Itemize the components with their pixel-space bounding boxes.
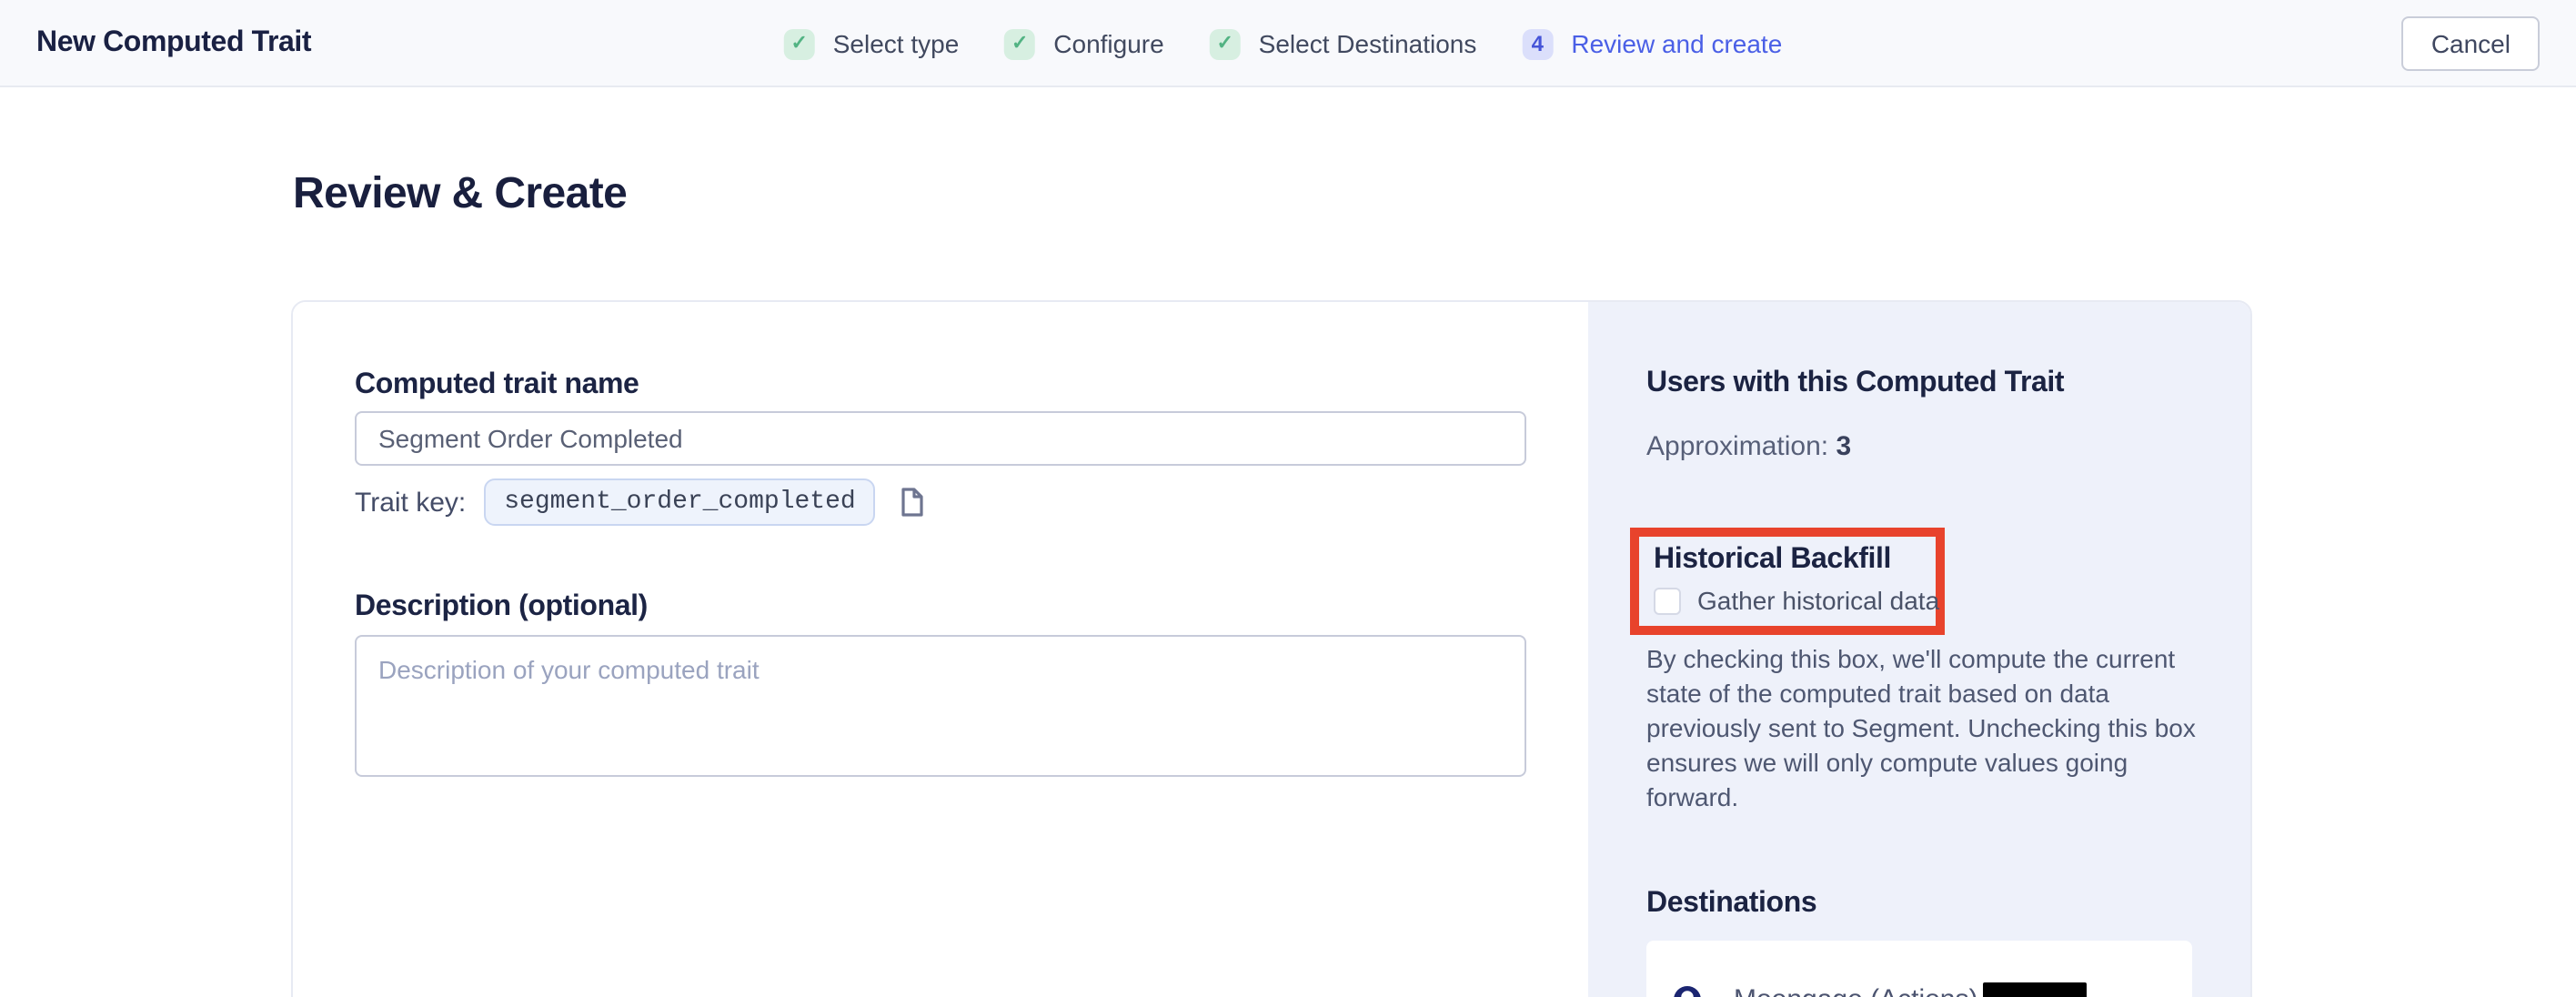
step-select-type[interactable]: ✓ Select type bbox=[784, 28, 960, 59]
redacted-text-block bbox=[1984, 982, 2088, 997]
step-label: Select Destinations bbox=[1259, 29, 1477, 58]
header-bar: New Computed Trait ✓ Select type ✓ Confi… bbox=[0, 0, 2576, 87]
wizard-stepper: ✓ Select type ✓ Configure ✓ Select Desti… bbox=[784, 0, 1783, 87]
description-label: Description (optional) bbox=[355, 591, 1526, 624]
approximation-value: 3 bbox=[1836, 431, 1851, 462]
historical-backfill-heading: Historical Backfill bbox=[1654, 544, 1921, 577]
check-icon: ✓ bbox=[1210, 28, 1241, 59]
copy-document-icon[interactable] bbox=[901, 488, 925, 517]
check-icon: ✓ bbox=[784, 28, 815, 59]
cancel-button[interactable]: Cancel bbox=[2402, 15, 2540, 70]
gather-historical-data-checkbox[interactable] bbox=[1654, 587, 1681, 614]
window-title: New Computed Trait bbox=[36, 26, 311, 59]
form-column: Computed trait name Trait key: segment_o… bbox=[293, 302, 1588, 997]
users-heading: Users with this Computed Trait bbox=[1646, 368, 2192, 400]
new-computed-trait-page: New Computed Trait ✓ Select type ✓ Confi… bbox=[0, 0, 2576, 997]
moengage-logo-icon bbox=[1674, 986, 1701, 997]
backfill-description: By checking this box, we'll compute the … bbox=[1646, 642, 2196, 815]
step-review-and-create[interactable]: 4 Review and create bbox=[1522, 28, 1782, 59]
check-icon: ✓ bbox=[1004, 28, 1035, 59]
trait-name-input[interactable] bbox=[355, 411, 1526, 466]
review-container: Computed trait name Trait key: segment_o… bbox=[291, 300, 2252, 997]
approximation-row: Approximation: 3 bbox=[1646, 431, 2192, 462]
step-label: Select type bbox=[833, 29, 960, 58]
step-configure[interactable]: ✓ Configure bbox=[1004, 28, 1163, 59]
trait-key-value: segment_order_completed bbox=[484, 478, 875, 526]
step-label: Review and create bbox=[1571, 29, 1782, 58]
gather-historical-data-row: Gather historical data bbox=[1654, 586, 1921, 615]
destination-list-item[interactable]: Moengage (Actions) bbox=[1646, 941, 2192, 997]
summary-panel: Users with this Computed Trait Approxima… bbox=[1588, 302, 2250, 997]
description-textarea[interactable] bbox=[355, 635, 1526, 777]
step-label: Configure bbox=[1053, 29, 1163, 58]
trait-key-label: Trait key: bbox=[355, 487, 466, 518]
annotation-highlight-box: Historical Backfill Gather historical da… bbox=[1630, 528, 1945, 635]
checkbox-label: Gather historical data bbox=[1697, 586, 1939, 615]
approximation-label: Approximation: bbox=[1646, 431, 1828, 462]
trait-name-label: Computed trait name bbox=[355, 369, 1526, 402]
step-number-badge: 4 bbox=[1522, 28, 1553, 59]
destination-name: Moengage (Actions) bbox=[1734, 984, 1978, 997]
page-title: Review & Create bbox=[293, 169, 627, 220]
destinations-heading: Destinations bbox=[1646, 888, 2192, 921]
step-select-destinations[interactable]: ✓ Select Destinations bbox=[1210, 28, 1477, 59]
trait-key-row: Trait key: segment_order_completed bbox=[355, 478, 1526, 526]
